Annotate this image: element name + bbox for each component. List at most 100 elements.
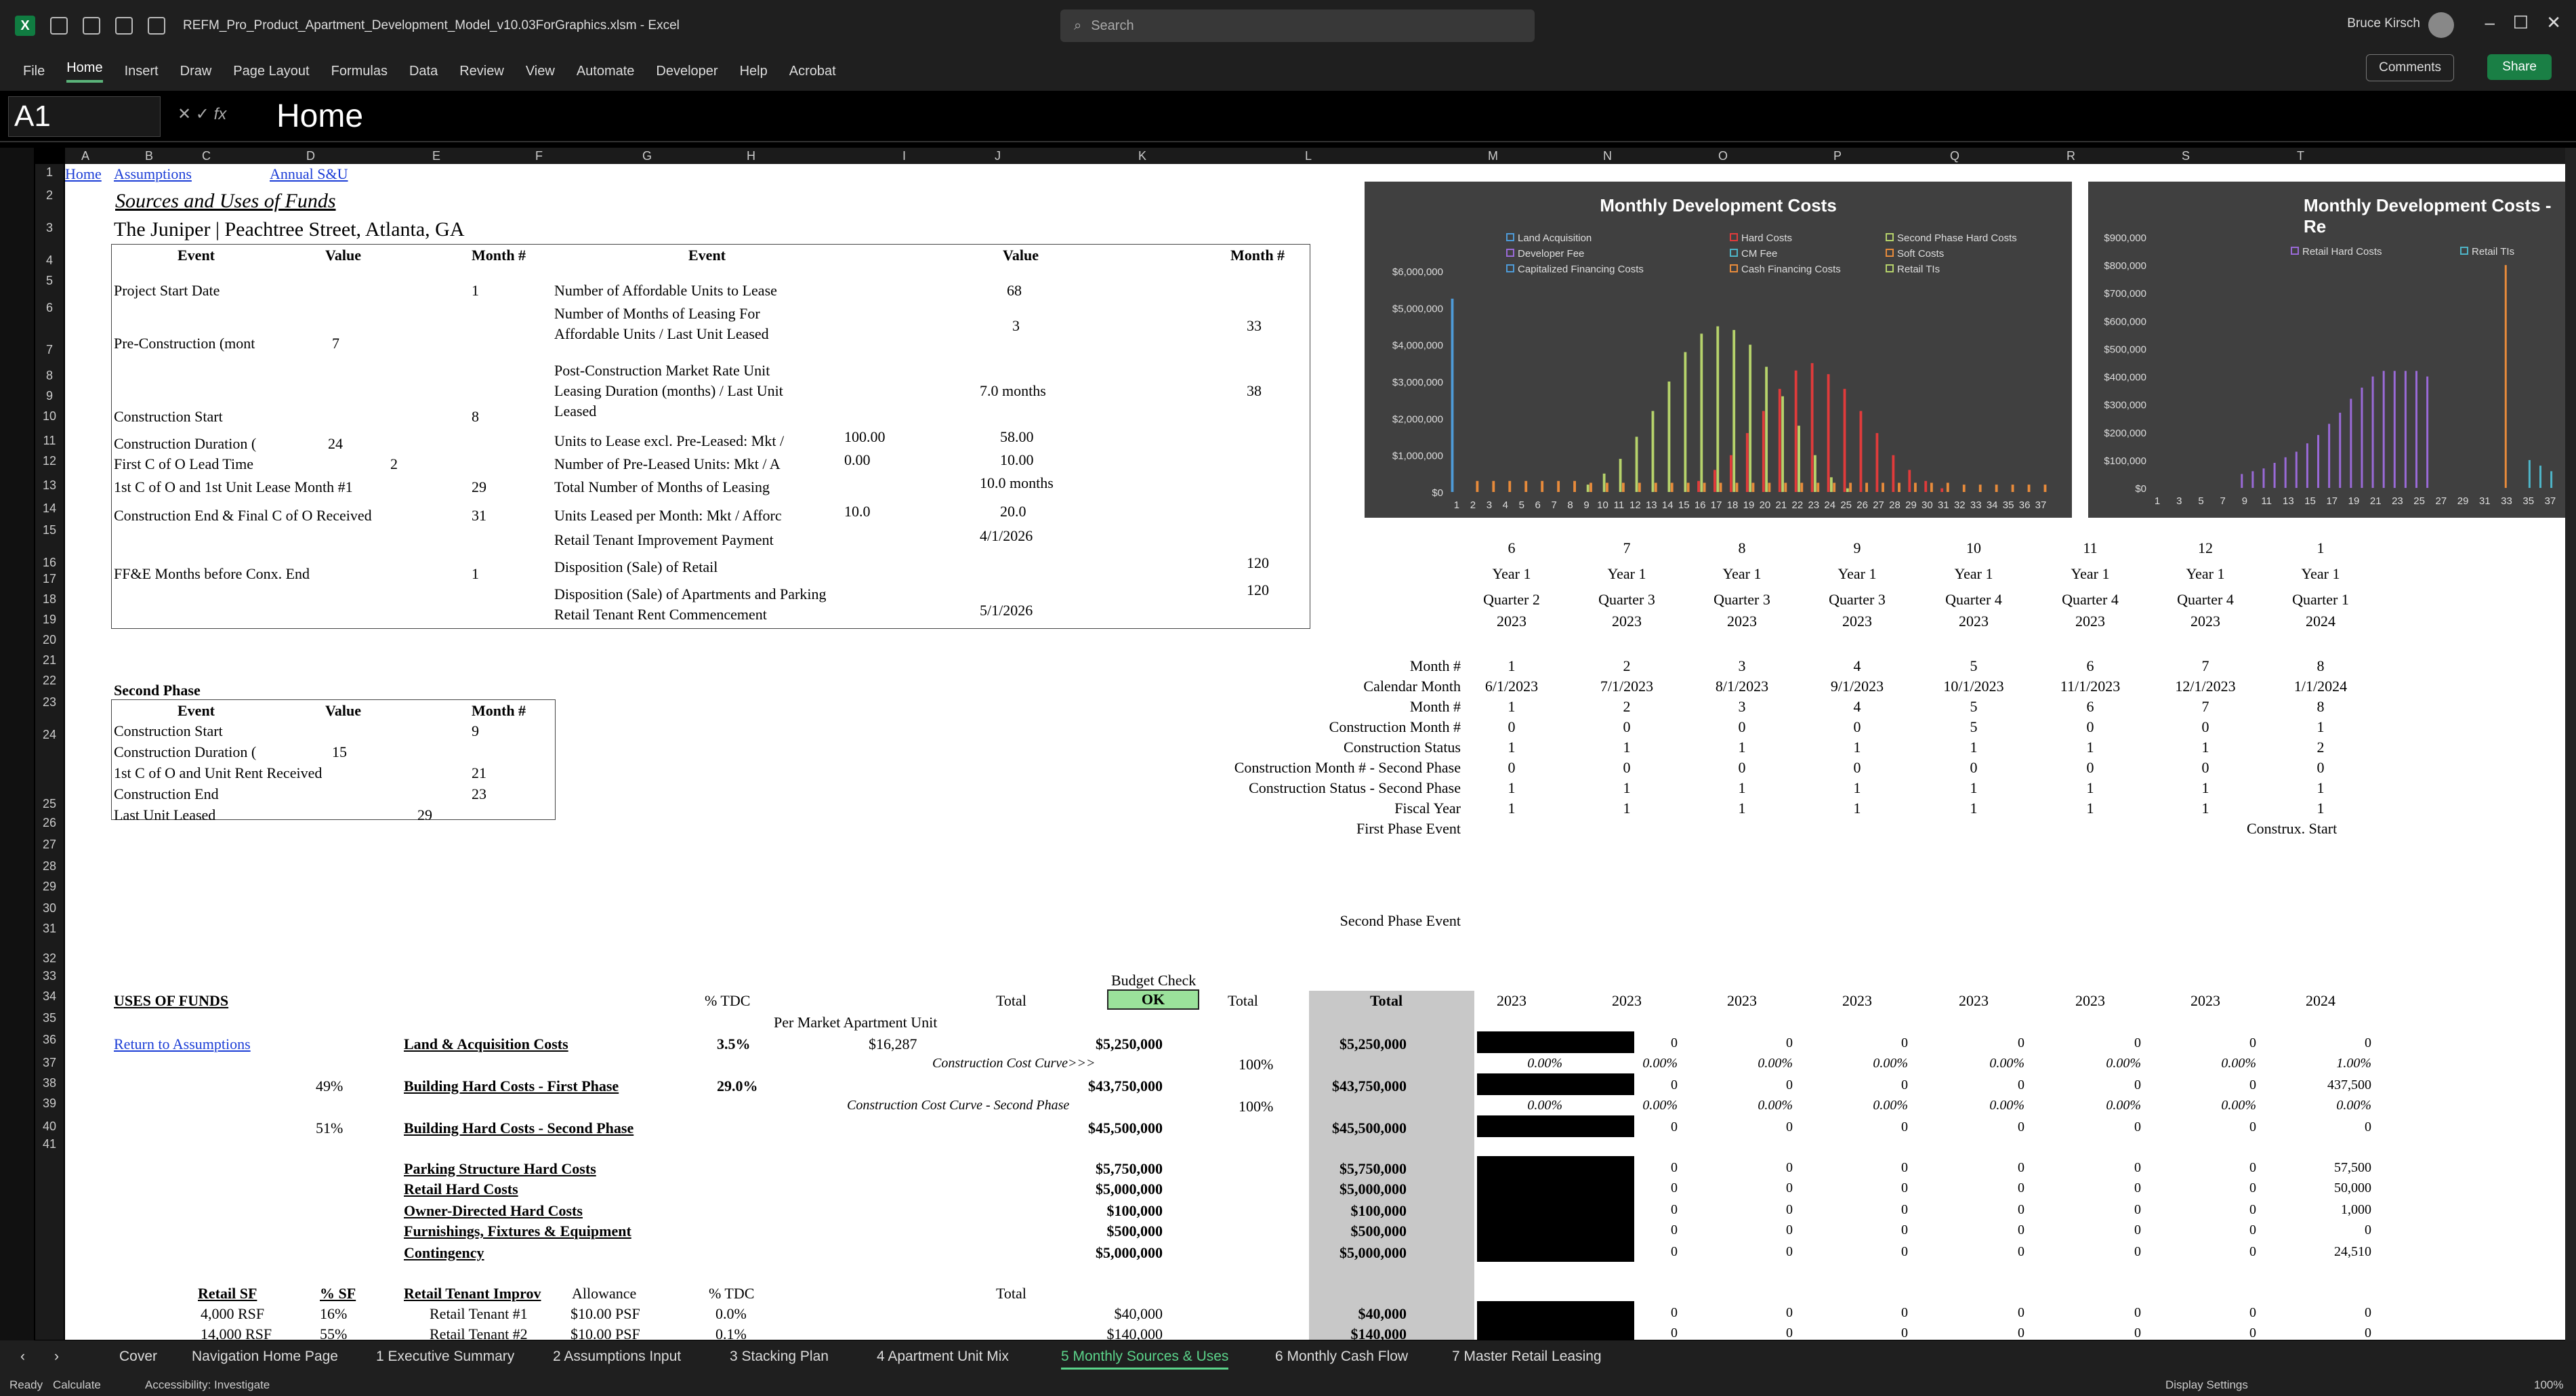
- col-J[interactable]: J: [995, 149, 1001, 163]
- bar-land-acquisition[interactable]: [1451, 298, 1454, 492]
- menu-file[interactable]: File: [23, 64, 45, 79]
- bar-soft-costs[interactable]: [1768, 483, 1771, 492]
- sheet-tab[interactable]: Cover: [119, 1349, 157, 1365]
- row-38[interactable]: 38: [35, 1076, 64, 1090]
- menu-draw[interactable]: Draw: [180, 64, 212, 79]
- bar-retail-hard-costs[interactable]: [2273, 463, 2276, 488]
- col-I[interactable]: I: [902, 149, 906, 163]
- row-27[interactable]: 27: [35, 838, 64, 852]
- row-11[interactable]: 11: [35, 434, 64, 448]
- bar-soft-costs[interactable]: [1914, 483, 1917, 492]
- bar-second-phase-hard-costs[interactable]: [1667, 382, 1671, 492]
- home-link[interactable]: Home: [65, 165, 102, 183]
- menu-insert[interactable]: Insert: [125, 64, 159, 79]
- chart-monthly-development-costs-retail[interactable]: Monthly Development Costs - Re $900,000 $…: [2088, 182, 2565, 518]
- bar-second-phase-hard-costs[interactable]: [1814, 455, 1816, 492]
- col-C[interactable]: C: [202, 149, 211, 163]
- status-accessibility[interactable]: Accessibility: Investigate: [145, 1378, 270, 1392]
- bar-second-phase-hard-costs[interactable]: [1732, 329, 1736, 492]
- row-23[interactable]: 23: [35, 695, 64, 710]
- row-17[interactable]: 17: [35, 572, 64, 586]
- row-10[interactable]: 10: [35, 409, 64, 424]
- col-K[interactable]: K: [1138, 149, 1146, 163]
- bar-retail-hard-costs[interactable]: [2262, 468, 2265, 488]
- sheet-tab[interactable]: 7 Master Retail Leasing: [1452, 1349, 1602, 1365]
- search-box[interactable]: ⌕ Search: [1060, 9, 1535, 42]
- bar-soft-costs[interactable]: [1946, 483, 1949, 492]
- row-21[interactable]: 21: [35, 653, 64, 668]
- row-29[interactable]: 29: [35, 880, 64, 894]
- avatar[interactable]: [2428, 12, 2454, 38]
- bar-retail-hard-costs[interactable]: [2284, 457, 2287, 488]
- bar-soft-costs[interactable]: [1638, 483, 1641, 492]
- row-19[interactable]: 19: [35, 613, 64, 627]
- bar-soft-costs[interactable]: [1508, 480, 1512, 492]
- row-7[interactable]: 7: [35, 343, 64, 357]
- zoom-level[interactable]: 100%: [2534, 1378, 2563, 1392]
- menu-automate[interactable]: Automate: [577, 64, 635, 79]
- bar-soft-costs[interactable]: [1962, 485, 1966, 492]
- sheet-tab[interactable]: 4 Apartment Unit Mix: [877, 1349, 1009, 1365]
- camera-icon[interactable]: [148, 17, 165, 35]
- bar-retail-hard-costs[interactable]: [2339, 413, 2342, 488]
- bar-soft-costs[interactable]: [1573, 480, 1576, 492]
- row-32[interactable]: 32: [35, 951, 64, 966]
- bar-retail-hard-costs[interactable]: [2306, 443, 2308, 488]
- bar-soft-costs[interactable]: [1524, 480, 1528, 492]
- minimize-icon[interactable]: –: [2485, 12, 2495, 33]
- row-16[interactable]: 16: [35, 556, 64, 570]
- bar-retail-hard-costs[interactable]: [2361, 388, 2363, 488]
- bar-hard-costs[interactable]: [1940, 488, 1944, 492]
- maximize-icon[interactable]: ☐: [2513, 12, 2529, 33]
- bar-soft-costs[interactable]: [1703, 483, 1706, 492]
- menu-help[interactable]: Help: [740, 64, 768, 79]
- bar-soft-costs[interactable]: [1882, 483, 1884, 492]
- row-31[interactable]: 31: [35, 922, 64, 936]
- bar-soft-costs[interactable]: [1719, 483, 1722, 492]
- bar-retail-hard-costs[interactable]: [2350, 398, 2352, 488]
- vertical-scrollbar[interactable]: [2565, 148, 2576, 1340]
- menu-acrobat[interactable]: Acrobat: [789, 64, 836, 79]
- bar-soft-costs[interactable]: [1865, 483, 1869, 492]
- display-settings[interactable]: Display Settings: [2165, 1378, 2248, 1392]
- bar-soft-costs[interactable]: [1751, 483, 1755, 492]
- menu-developer[interactable]: Developer: [656, 64, 718, 79]
- menu-home[interactable]: Home: [66, 60, 103, 83]
- close-icon[interactable]: ✕: [2546, 12, 2561, 33]
- bar-soft-costs[interactable]: [1686, 483, 1690, 492]
- col-G[interactable]: G: [642, 149, 652, 163]
- row-3[interactable]: 3: [35, 221, 64, 235]
- row-1[interactable]: 1: [35, 165, 64, 180]
- menu-data[interactable]: Data: [409, 64, 438, 79]
- row-9[interactable]: 9: [35, 389, 64, 403]
- row-25[interactable]: 25: [35, 797, 64, 811]
- bar-soft-costs[interactable]: [1670, 483, 1674, 492]
- row-18[interactable]: 18: [35, 592, 64, 607]
- sheet-tab[interactable]: 6 Monthly Cash Flow: [1275, 1349, 1408, 1365]
- bar-retail-hard-costs[interactable]: [2317, 434, 2320, 488]
- col-N[interactable]: N: [1603, 149, 1612, 163]
- bar-soft-costs[interactable]: [1816, 483, 1820, 492]
- autosave-icon[interactable]: [50, 17, 68, 35]
- bar-retail-tis-2[interactable]: [2539, 466, 2541, 488]
- bar-second-phase-hard-costs[interactable]: [1781, 396, 1784, 492]
- bar-second-phase-hard-costs[interactable]: [1619, 459, 1622, 492]
- row-13[interactable]: 13: [35, 478, 64, 493]
- bar-hard-costs[interactable]: [1713, 470, 1716, 492]
- row-28[interactable]: 28: [35, 859, 64, 874]
- bar-second-phase-hard-costs[interactable]: [1716, 326, 1720, 493]
- bar-retail-hard-costs[interactable]: [2415, 371, 2418, 488]
- sheet-tab[interactable]: 1 Executive Summary: [376, 1349, 514, 1365]
- bar-retail-hard-costs[interactable]: [2295, 451, 2298, 488]
- row-36[interactable]: 36: [35, 1033, 64, 1047]
- row-22[interactable]: 22: [35, 674, 64, 688]
- bar-soft-costs[interactable]: [1800, 483, 1804, 492]
- bar-retail-hard-costs[interactable]: [2328, 424, 2331, 488]
- col-O[interactable]: O: [1718, 149, 1728, 163]
- status-calculate[interactable]: Calculate: [53, 1378, 101, 1392]
- bar-soft-costs[interactable]: [2011, 485, 2014, 492]
- menu-formulas[interactable]: Formulas: [331, 64, 388, 79]
- sheet-tab[interactable]: 3 Stacking Plan: [730, 1349, 829, 1365]
- chart-monthly-development-costs[interactable]: Monthly Development Costs $6,000,000 $5,0…: [1365, 182, 2072, 518]
- row-12[interactable]: 12: [35, 454, 64, 468]
